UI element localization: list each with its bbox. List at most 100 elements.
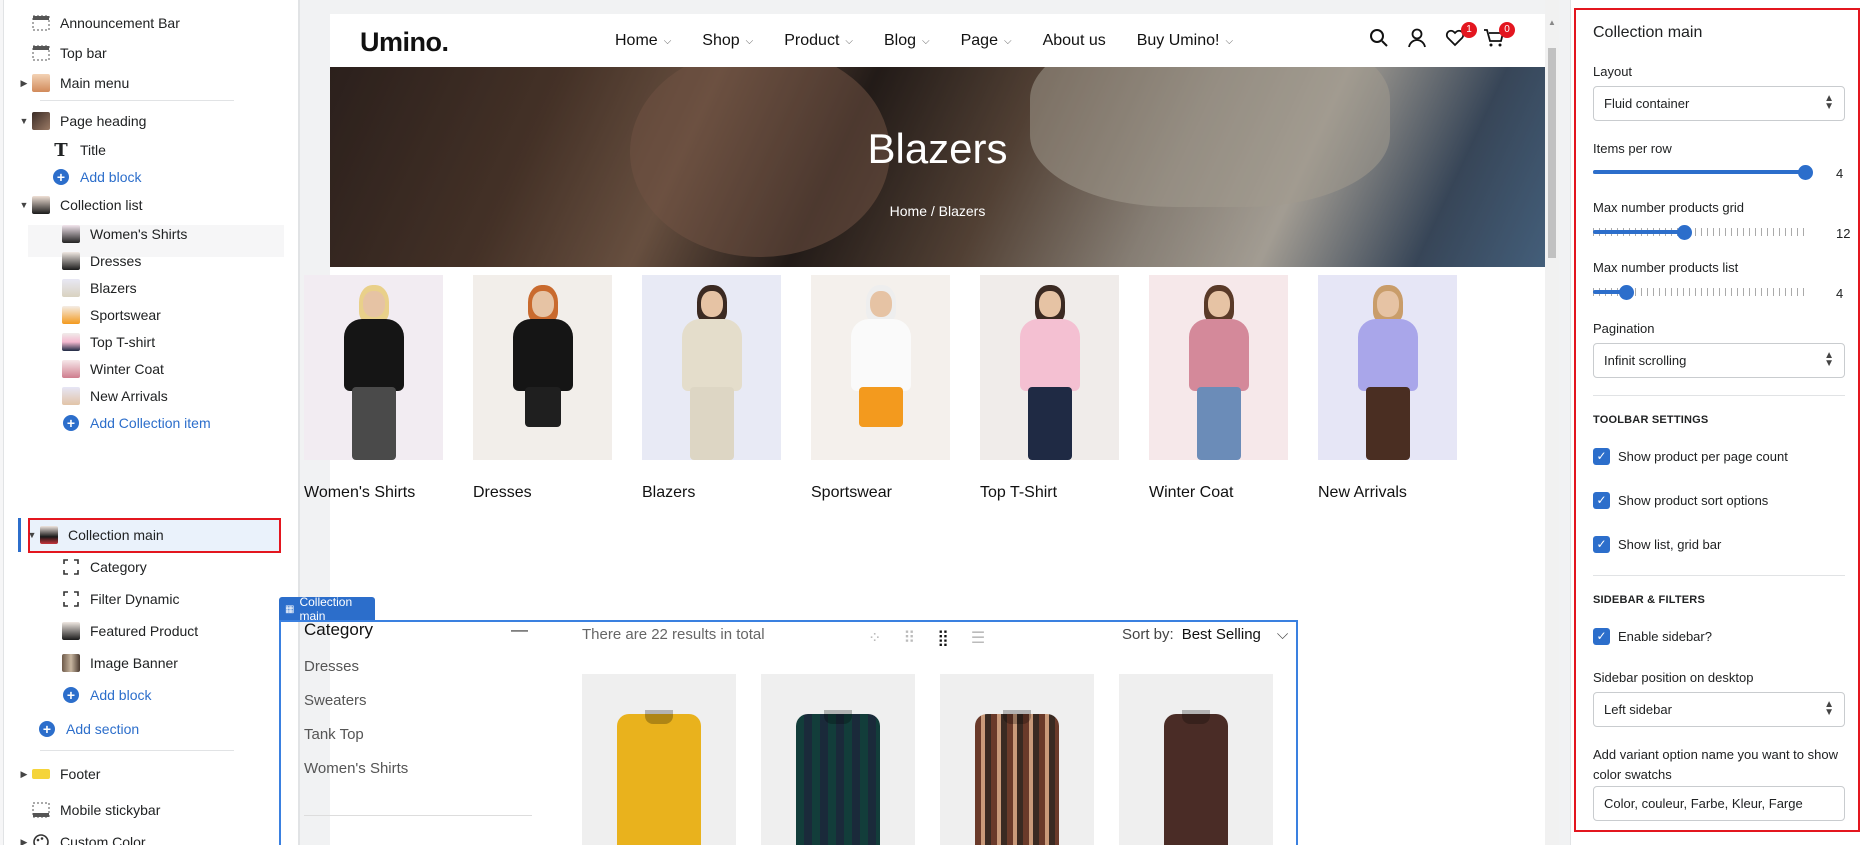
show-list-grid-checkbox[interactable]: ✓ Show list, grid bar — [1593, 536, 1721, 553]
collection-image[interactable] — [980, 275, 1119, 460]
sidebar-item-collection-list[interactable]: ▼ Collection list — [18, 191, 142, 219]
product-image[interactable] — [796, 710, 880, 845]
collection-card[interactable]: Winter Coat — [1149, 275, 1293, 502]
scroll-up-icon[interactable]: ▲ — [1548, 18, 1556, 27]
grid-2-icon[interactable]: ⁘ — [868, 628, 881, 648]
sidebar-item-page-heading[interactable]: ▼ Page heading — [18, 107, 146, 135]
layout-select[interactable]: Fluid container ▲ ▼ — [1593, 86, 1845, 121]
caret-right-icon[interactable]: ▶ — [18, 78, 30, 89]
collection-name[interactable]: Women's Shirts — [304, 484, 448, 502]
cart-icon[interactable]: 0 — [1483, 22, 1515, 50]
sidebar-item-womens-shirts[interactable]: Women's Shirts — [60, 220, 187, 248]
checkmark-icon[interactable]: ✓ — [1593, 448, 1610, 465]
sidebar-item-collection-main[interactable]: ▼ Collection main — [26, 521, 164, 549]
collection-image[interactable] — [304, 275, 443, 460]
collection-image[interactable] — [811, 275, 950, 460]
collection-card[interactable]: Dresses — [473, 275, 617, 502]
caret-down-icon[interactable]: ▼ — [18, 200, 30, 210]
nav-buy[interactable]: Buy Umino! ⌵ — [1137, 32, 1233, 50]
sidebar-item-main-menu[interactable]: ▶ Main menu — [18, 69, 129, 97]
sidebar-item-filter-dynamic[interactable]: Filter Dynamic — [60, 585, 179, 613]
scrollbar-thumb[interactable] — [1548, 48, 1556, 258]
sidebar-item-image-banner[interactable]: Image Banner — [60, 649, 178, 677]
show-per-page-checkbox[interactable]: ✓ Show product per page count — [1593, 448, 1788, 465]
collection-card[interactable]: Sportswear — [811, 275, 955, 502]
nav-about[interactable]: About us — [1043, 32, 1106, 50]
nav-page[interactable]: Page ⌵ — [961, 32, 1012, 50]
nav-product[interactable]: Product ⌵ — [784, 32, 853, 50]
category-link[interactable]: Dresses — [304, 658, 544, 675]
swatch-option-input[interactable]: Color, couleur, Farbe, Kleur, Farge — [1593, 786, 1845, 821]
search-icon[interactable] — [1369, 28, 1391, 50]
collection-image[interactable] — [473, 275, 612, 460]
add-collection-item-button[interactable]: + Add Collection item — [60, 409, 211, 437]
sidebar-item-dresses[interactable]: Dresses — [60, 247, 141, 275]
collection-image[interactable] — [1318, 275, 1457, 460]
sort-dropdown[interactable]: Sort by: Best Selling ⌵ — [1122, 626, 1288, 643]
sidebar-item-sportswear[interactable]: Sportswear — [60, 301, 161, 329]
sidebar-position-select[interactable]: Left sidebar ▲ ▼ — [1593, 692, 1845, 727]
product-card[interactable] — [1119, 674, 1273, 845]
caret-right-icon[interactable]: ▶ — [18, 769, 30, 780]
pagination-select[interactable]: Infinit scrolling ▲ ▼ — [1593, 343, 1845, 378]
collection-name[interactable]: Sportswear — [811, 484, 955, 502]
grid-3-icon[interactable]: ⠿ — [903, 628, 915, 648]
product-card[interactable] — [940, 674, 1094, 845]
max-grid-slider[interactable] — [1593, 224, 1809, 240]
caret-down-icon[interactable]: ▼ — [26, 530, 38, 540]
account-icon[interactable] — [1407, 28, 1429, 50]
nav-blog[interactable]: Blog ⌵ — [884, 32, 930, 50]
show-sort-checkbox[interactable]: ✓ Show product sort options — [1593, 492, 1768, 509]
breadcrumb[interactable]: Home / Blazers — [330, 203, 1545, 219]
product-card[interactable] — [582, 674, 736, 845]
checkmark-icon[interactable]: ✓ — [1593, 628, 1610, 645]
collection-name[interactable]: New Arrivals — [1318, 484, 1462, 502]
grid-4-icon[interactable]: ⣿ — [937, 628, 949, 648]
caret-right-icon[interactable]: ▶ — [18, 837, 30, 845]
store-logo[interactable]: Umino. — [360, 27, 449, 58]
category-link[interactable]: Women's Shirts — [304, 760, 544, 777]
collection-card[interactable]: Blazers — [642, 275, 786, 502]
caret-down-icon[interactable]: ▼ — [18, 116, 30, 126]
collection-card[interactable]: Women's Shirts — [304, 275, 448, 502]
product-image[interactable] — [975, 710, 1059, 845]
collection-name[interactable]: Dresses — [473, 484, 617, 502]
sidebar-item-custom-color[interactable]: ▶ Custom Color — [18, 828, 146, 845]
nav-home[interactable]: Home ⌵ — [615, 32, 671, 50]
add-section-button[interactable]: + Add section — [36, 715, 139, 743]
collection-card[interactable]: Top T-Shirt — [980, 275, 1124, 502]
product-image[interactable] — [617, 710, 701, 845]
collapse-icon[interactable]: — — [511, 620, 528, 640]
sidebar-item-featured-product[interactable]: Featured Product — [60, 617, 198, 645]
max-list-slider[interactable] — [1593, 284, 1809, 300]
sidebar-item-title-block[interactable]: T Title — [50, 136, 106, 164]
sidebar-item-blazers[interactable]: Blazers — [60, 274, 137, 302]
sidebar-item-category[interactable]: Category — [60, 553, 147, 581]
collection-name[interactable]: Blazers — [642, 484, 786, 502]
nav-shop[interactable]: Shop ⌵ — [702, 32, 753, 50]
section-tag[interactable]: ▦ Collection main — [279, 595, 375, 623]
category-link[interactable]: Tank Top — [304, 726, 544, 743]
slider-handle[interactable] — [1619, 285, 1634, 300]
checkmark-icon[interactable]: ✓ — [1593, 536, 1610, 553]
sidebar-item-footer[interactable]: ▶ Footer — [18, 760, 101, 788]
slider-handle[interactable] — [1798, 165, 1813, 180]
wishlist-icon[interactable]: 1 — [1445, 22, 1477, 50]
sidebar-item-new-arrivals[interactable]: New Arrivals — [60, 382, 168, 410]
category-link[interactable]: Sweaters — [304, 692, 544, 709]
checkmark-icon[interactable]: ✓ — [1593, 492, 1610, 509]
product-image[interactable] — [1164, 710, 1228, 845]
collection-name[interactable]: Winter Coat — [1149, 484, 1293, 502]
sidebar-item-announcement-bar[interactable]: Announcement Bar — [18, 9, 180, 37]
sidebar-item-winter-coat[interactable]: Winter Coat — [60, 355, 164, 383]
add-block-button[interactable]: + Add block — [60, 681, 151, 709]
slider-handle[interactable] — [1677, 225, 1692, 240]
enable-sidebar-checkbox[interactable]: ✓ Enable sidebar? — [1593, 628, 1712, 645]
sidebar-item-top-bar[interactable]: Top bar — [18, 39, 107, 67]
collection-card[interactable]: New Arrivals — [1318, 275, 1462, 502]
collection-image[interactable] — [642, 275, 781, 460]
list-view-icon[interactable]: ☰ — [971, 628, 985, 648]
collection-image[interactable] — [1149, 275, 1288, 460]
collection-name[interactable]: Top T-Shirt — [980, 484, 1124, 502]
sidebar-item-top-tshirt[interactable]: Top T-shirt — [60, 328, 155, 356]
